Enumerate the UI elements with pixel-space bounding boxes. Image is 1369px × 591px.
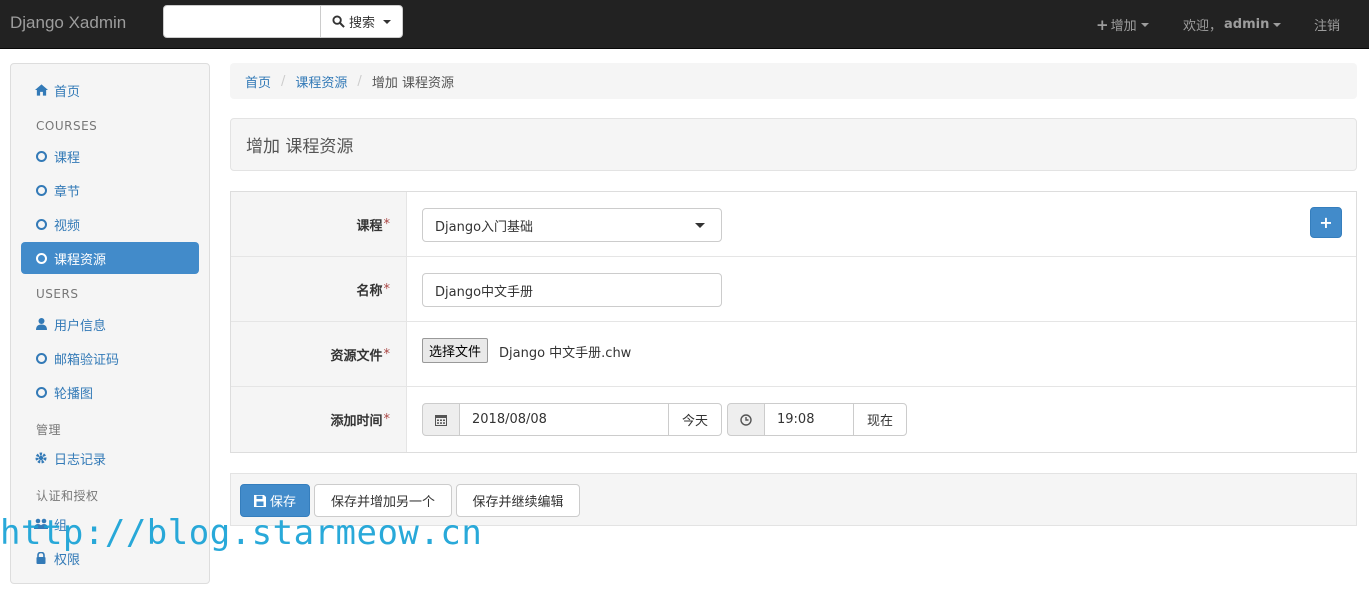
sidebar-item-label: 邮箱验证码 bbox=[54, 352, 120, 368]
page-title: 增加 课程资源 bbox=[230, 118, 1357, 171]
sidebar-item-course-resource[interactable]: 课程资源 bbox=[21, 242, 199, 274]
breadcrumb-course-resource[interactable]: 课程资源 bbox=[295, 72, 347, 91]
home-icon bbox=[34, 84, 48, 96]
name-input[interactable] bbox=[422, 273, 722, 307]
sidebar-item-label: 视频 bbox=[54, 218, 81, 234]
required-mark: * bbox=[383, 281, 391, 297]
sidebar-item-label: 章节 bbox=[54, 184, 81, 200]
save-icon bbox=[253, 494, 266, 507]
now-button[interactable]: 现在 bbox=[853, 403, 907, 436]
file-label: 资源文件 bbox=[330, 348, 383, 364]
form-row-course: 课程 * Django入门基础 + bbox=[231, 192, 1356, 257]
form-row-name: 名称 * bbox=[231, 257, 1356, 322]
form-row-add-time: 添加时间 * 2018/08/08 今天 19:08 现在 bbox=[231, 387, 1356, 452]
logout-link[interactable]: 注销 bbox=[1314, 0, 1340, 49]
sidebar-section-header: 认证和授权 bbox=[36, 489, 99, 503]
plus-icon: + bbox=[1319, 213, 1333, 232]
username: admin bbox=[1224, 17, 1270, 32]
sidebar-item-banner[interactable]: 轮播图 bbox=[21, 376, 199, 408]
brand-title[interactable]: Django Xadmin bbox=[10, 13, 126, 33]
lock-icon bbox=[34, 552, 48, 564]
sidebar-item-home[interactable]: 首页 bbox=[21, 74, 199, 106]
sidebar-item-course[interactable]: 课程 bbox=[21, 140, 199, 172]
breadcrumb: 首页 / 课程资源 / 增加 课程资源 bbox=[230, 63, 1357, 99]
sidebar-item-user-profile[interactable]: 用户信息 bbox=[21, 308, 199, 340]
required-mark: * bbox=[383, 346, 391, 362]
circle-icon bbox=[35, 184, 47, 196]
chevron-down-icon bbox=[1273, 22, 1282, 27]
add-resource-form: 课程* Django入门基础 + 名称* 资源文件* 选择文件 Django 中… bbox=[230, 191, 1357, 453]
sidebar-section-header: 管理 bbox=[36, 423, 62, 437]
search-button-label: 搜索 bbox=[348, 16, 375, 31]
form-row-file: 资源文件 * 选择文件 Django 中文手册.chw bbox=[231, 322, 1356, 387]
choose-file-button[interactable]: 选择文件 bbox=[422, 338, 489, 363]
sidebar-item-label: 首页 bbox=[54, 84, 81, 100]
sidebar-item-label: 课程资源 bbox=[54, 252, 107, 268]
top-navbar: Django Xadmin 搜索 + 增加 欢迎， admin 注销 bbox=[0, 0, 1369, 49]
sidebar-item-email-code[interactable]: 邮箱验证码 bbox=[21, 342, 199, 374]
required-mark: * bbox=[383, 412, 391, 427]
circle-icon bbox=[35, 352, 47, 364]
sidebar-item-chapter[interactable]: 章节 bbox=[21, 174, 199, 206]
breadcrumb-home[interactable]: 首页 bbox=[245, 72, 271, 91]
course-select[interactable]: Django入门基础 bbox=[422, 208, 722, 242]
name-label: 名称 bbox=[356, 283, 383, 299]
search-icon bbox=[332, 15, 345, 28]
sidebar-item-label: 日志记录 bbox=[54, 452, 107, 468]
add-course-button[interactable]: + bbox=[1310, 207, 1342, 238]
gear-icon bbox=[34, 452, 48, 464]
required-mark: * bbox=[383, 216, 391, 232]
calendar-icon[interactable] bbox=[422, 403, 460, 436]
sidebar: 首页 COURSES 课程 章节 视频 课程资源 USERS 用户信息 邮箱验证… bbox=[10, 63, 210, 584]
sidebar-item-label: 轮播图 bbox=[54, 386, 94, 402]
chevron-down-icon bbox=[695, 223, 705, 228]
circle-icon bbox=[35, 150, 47, 162]
circle-icon bbox=[35, 386, 47, 398]
circle-icon bbox=[35, 252, 47, 264]
time-input[interactable]: 19:08 bbox=[764, 403, 854, 436]
sidebar-item-log[interactable]: 日志记录 bbox=[21, 442, 199, 474]
search-button[interactable]: 搜索 bbox=[320, 5, 403, 38]
sidebar-section-header: COURSES bbox=[36, 119, 98, 133]
sidebar-section-header: USERS bbox=[36, 287, 79, 301]
chevron-down-icon bbox=[383, 19, 391, 24]
add-menu-label: 增加 bbox=[1110, 19, 1137, 34]
add-menu[interactable]: + 增加 bbox=[1096, 0, 1149, 49]
save-button-label: 保存 bbox=[269, 495, 296, 510]
user-icon bbox=[34, 318, 48, 330]
plus-icon: + bbox=[1096, 15, 1109, 34]
sidebar-item-label: 课程 bbox=[54, 150, 81, 166]
clock-icon[interactable] bbox=[727, 403, 765, 436]
search-input[interactable] bbox=[163, 5, 321, 38]
welcome-text: 欢迎， bbox=[1183, 19, 1223, 34]
today-button[interactable]: 今天 bbox=[668, 403, 722, 436]
breadcrumb-current: 增加 课程资源 bbox=[371, 75, 454, 91]
date-input[interactable]: 2018/08/08 bbox=[459, 403, 669, 436]
circle-icon bbox=[35, 218, 47, 230]
watermark-text: http://blog.starmeow.cn bbox=[0, 513, 483, 553]
user-menu[interactable]: 欢迎， admin bbox=[1183, 0, 1282, 49]
sidebar-item-label: 用户信息 bbox=[54, 318, 107, 334]
chevron-down-icon bbox=[1140, 22, 1149, 27]
selected-file-name: Django 中文手册.chw bbox=[499, 346, 632, 361]
course-select-value: Django入门基础 bbox=[435, 219, 534, 235]
add-time-label: 添加时间 bbox=[330, 414, 383, 429]
sidebar-item-video[interactable]: 视频 bbox=[21, 208, 199, 240]
course-label: 课程 bbox=[356, 218, 383, 234]
